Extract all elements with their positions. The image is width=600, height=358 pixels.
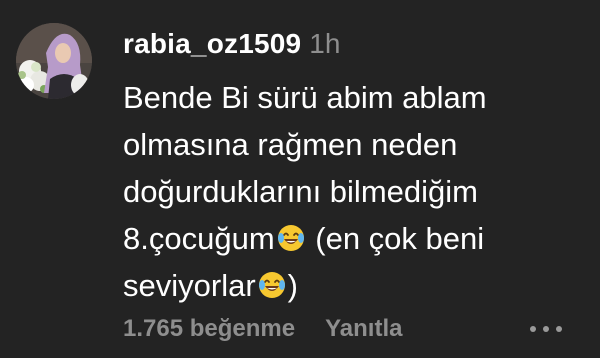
comment-footer: 1.765 beğenme Yanıtla [123,315,402,343]
face-with-tears-of-joy-icon [277,225,304,251]
likes-count[interactable]: 1.765 beğenme [123,315,295,343]
comment-line: doğurduklarını bilmediğim [123,174,478,209]
reply-button[interactable]: Yanıtla [325,315,402,343]
comment-fragment: 8.çocuğum [123,221,275,256]
comment-fragment: seviyorlar [123,268,256,303]
comment-fragment: (en çok beni [306,221,485,256]
comment-line: Bende Bi sürü abim ablam [123,80,487,115]
comment-line: olmasına rağmen neden [123,127,458,162]
avatar[interactable] [16,23,92,99]
username[interactable]: rabia_oz1509 [123,28,301,60]
more-options-icon[interactable] [530,326,562,332]
comment-fragment: ) [287,268,298,303]
dot [556,326,562,332]
comment-line: 8.çocuğum (en çok beni [123,215,583,262]
dot [543,326,549,332]
dot [530,326,536,332]
comment-text: Bende Bi sürü abim ablam olmasına rağmen… [123,74,583,309]
timestamp: 1h [309,28,341,59]
face-with-tears-of-joy-icon [258,272,285,298]
comment-header: rabia_oz1509 1h [123,28,340,60]
comment-line: seviyorlar ) [123,262,583,309]
